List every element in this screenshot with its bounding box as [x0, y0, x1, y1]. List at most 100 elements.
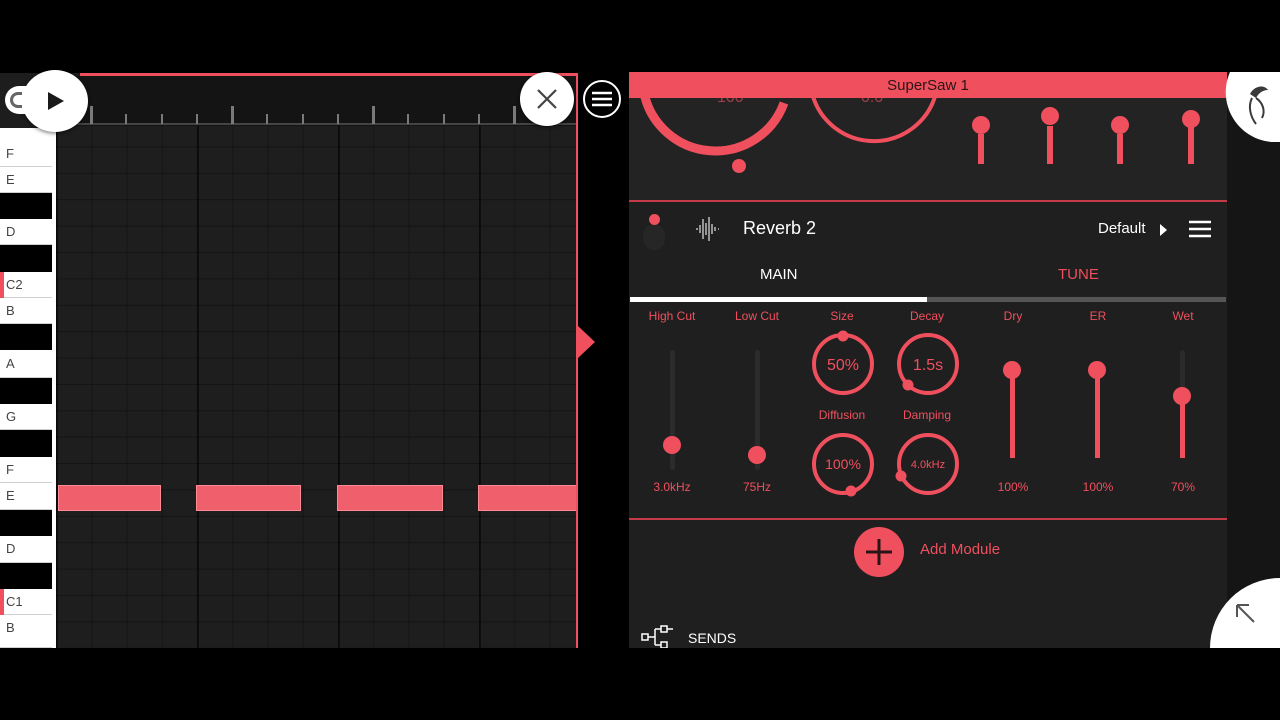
decay-knob[interactable]: 1.5s — [894, 330, 962, 398]
timeline-ruler[interactable] — [56, 76, 578, 126]
supersaw-title-bar[interactable]: SuperSaw 1 — [629, 72, 1227, 98]
piano-key[interactable]: E — [0, 483, 52, 510]
module-menu-icon[interactable] — [1189, 220, 1211, 238]
midi-note[interactable] — [196, 485, 301, 511]
size-value: 50% — [827, 357, 859, 374]
piano-key-black[interactable] — [0, 245, 52, 272]
loop-icon — [5, 86, 27, 114]
supersaw-controls: 100 0.0 — [640, 98, 1200, 173]
ruler-tick — [372, 106, 375, 124]
param-label-high-cut: High Cut — [648, 309, 696, 323]
daw-screen: F E D C2 B A G F E D C1 B SuperSaw 1 Rev… — [0, 0, 1280, 720]
module-divider — [629, 518, 1227, 520]
piano-key-black[interactable] — [0, 193, 52, 219]
sends-routing-icon[interactable] — [641, 625, 675, 648]
ruler-tick — [477, 114, 480, 124]
key-label: C2 — [6, 277, 23, 292]
preset-next-icon[interactable] — [1160, 224, 1167, 236]
c-key-marker — [0, 589, 4, 615]
synth-fader-4[interactable] — [1182, 110, 1200, 164]
piano-key-black[interactable] — [0, 324, 52, 350]
main-menu-button[interactable] — [583, 80, 621, 118]
piano-key[interactable]: A — [0, 350, 52, 378]
midi-note[interactable] — [478, 485, 578, 511]
wet-value: 70% — [1170, 480, 1196, 494]
piano-key[interactable]: F — [0, 141, 52, 167]
midi-note[interactable] — [337, 485, 443, 511]
dry-knob[interactable] — [1003, 361, 1021, 379]
piano-key[interactable]: C1 — [0, 589, 52, 615]
ruler-tick — [336, 114, 339, 124]
key-label: A — [6, 356, 15, 371]
tab-active-indicator — [630, 297, 927, 302]
er-value: 100% — [1082, 480, 1114, 494]
ruler-tick — [90, 106, 93, 124]
supersaw-module: 100 0.0 — [629, 98, 1227, 200]
low-cut-knob[interactable] — [748, 446, 766, 464]
er-knob[interactable] — [1088, 361, 1106, 379]
param-label-damping: Damping — [902, 408, 952, 422]
decay-value: 1.5s — [913, 357, 943, 374]
module-divider — [629, 200, 1227, 202]
piano-key-black[interactable] — [0, 378, 52, 404]
ruler-tick — [231, 106, 234, 124]
piano-key[interactable]: C2 — [0, 272, 52, 298]
synth-knob-1-value: 100 — [717, 98, 744, 106]
sends-label[interactable]: SENDS — [688, 630, 736, 646]
add-module-button[interactable] — [854, 527, 904, 577]
ruler-tick — [407, 114, 410, 124]
param-label-size: Size — [830, 309, 854, 323]
side-strip — [1227, 72, 1280, 648]
param-label-diffusion: Diffusion — [818, 408, 866, 422]
tab-tune[interactable]: TUNE — [1058, 266, 1099, 283]
fl-fruit-logo-icon[interactable] — [1210, 72, 1280, 142]
collapse-roll-arrow[interactable] — [578, 326, 595, 358]
piano-key[interactable]: B — [0, 615, 52, 648]
midi-note[interactable] — [58, 485, 161, 511]
synth-knob-1[interactable]: 100 — [640, 98, 789, 173]
module-title-supersaw: SuperSaw 1 — [887, 76, 969, 94]
preset-selector[interactable]: Default — [1098, 220, 1146, 237]
synth-knob-2[interactable]: 0.0 — [811, 98, 937, 144]
wet-knob[interactable] — [1173, 387, 1191, 405]
piano-key[interactable]: F — [0, 457, 52, 483]
piano-roll[interactable] — [0, 73, 578, 648]
play-icon — [48, 92, 64, 110]
tab-main[interactable]: MAIN — [760, 266, 798, 283]
synth-fader-1[interactable] — [972, 116, 990, 164]
piano-key-black[interactable] — [0, 430, 52, 457]
add-module-label[interactable]: Add Module — [920, 541, 1000, 558]
piano-key[interactable]: G — [0, 404, 52, 430]
piano-key[interactable]: D — [0, 536, 52, 563]
piano-key[interactable]: D — [0, 219, 52, 245]
play-button[interactable] — [22, 70, 88, 132]
synth-fader-3[interactable] — [1111, 116, 1129, 164]
piano-key-black[interactable] — [0, 563, 52, 589]
note-grid[interactable] — [56, 126, 578, 648]
piano-keyboard[interactable]: F E D C2 B A G F E D C1 B — [0, 128, 56, 648]
ruler-tick — [442, 114, 445, 124]
damping-value: 4.0kHz — [911, 459, 945, 471]
piano-key[interactable]: E — [0, 167, 52, 193]
diffusion-knob[interactable]: 100% — [809, 430, 877, 498]
dry-value: 100% — [997, 480, 1029, 494]
ruler-tick — [125, 114, 128, 124]
module-title-reverb: Reverb 2 — [743, 218, 817, 238]
close-button[interactable] — [520, 72, 574, 126]
effects-rack: 100 0.0 SuperSaw 1 Rev — [629, 72, 1227, 648]
key-label: D — [6, 224, 16, 239]
piano-key[interactable]: B — [0, 298, 52, 324]
expand-arrow-icon[interactable] — [1210, 578, 1280, 648]
high-cut-knob[interactable] — [663, 436, 681, 454]
bypass-toggle-track — [643, 224, 665, 250]
size-knob[interactable]: 50% — [809, 330, 877, 398]
key-label: E — [6, 488, 15, 503]
synth-knob-2-value: 0.0 — [861, 98, 883, 106]
piano-key-black[interactable] — [0, 510, 52, 536]
piano-edge — [52, 128, 56, 648]
damping-knob[interactable]: 4.0kHz — [894, 430, 962, 498]
synth-fader-2[interactable] — [1041, 107, 1059, 164]
param-label-wet: Wet — [1172, 309, 1194, 323]
bypass-toggle[interactable] — [649, 214, 660, 225]
close-icon — [537, 89, 557, 109]
